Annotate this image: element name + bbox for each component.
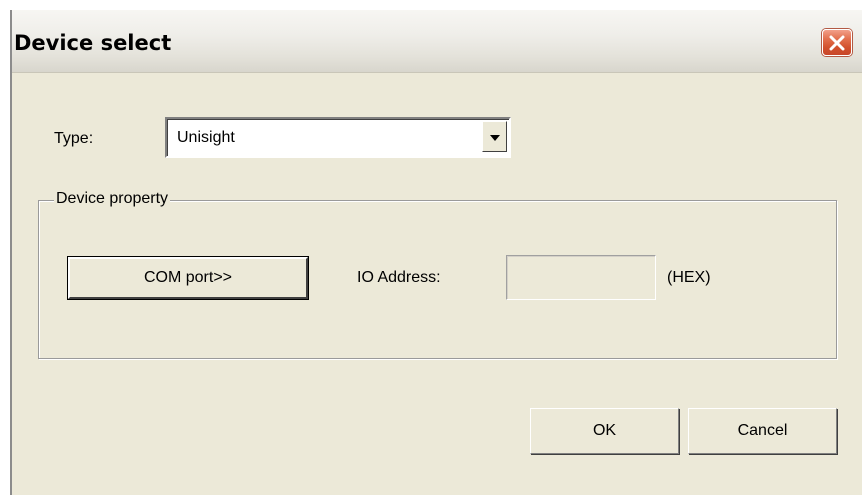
hex-label: (HEX) — [667, 269, 711, 286]
io-address-label: IO Address: — [357, 269, 441, 286]
device-select-dialog: Device select Type: Unisight Device prop… — [10, 10, 862, 495]
ok-button[interactable]: OK — [530, 408, 679, 454]
com-port-button[interactable]: COM port>> — [67, 256, 309, 300]
type-label: Type: — [54, 130, 94, 147]
close-button[interactable] — [822, 29, 852, 56]
title-bar[interactable]: Device select — [12, 10, 862, 73]
chevron-down-icon — [489, 128, 500, 146]
type-dropdown-value: Unisight — [177, 129, 235, 146]
close-icon — [828, 35, 846, 51]
dialog-title: Device select — [14, 31, 172, 55]
cancel-button[interactable]: Cancel — [688, 408, 837, 454]
dropdown-arrow-button[interactable] — [482, 121, 507, 152]
device-property-title: Device property — [54, 190, 171, 208]
io-address-field[interactable] — [506, 255, 656, 300]
type-dropdown[interactable]: Unisight — [165, 117, 511, 158]
